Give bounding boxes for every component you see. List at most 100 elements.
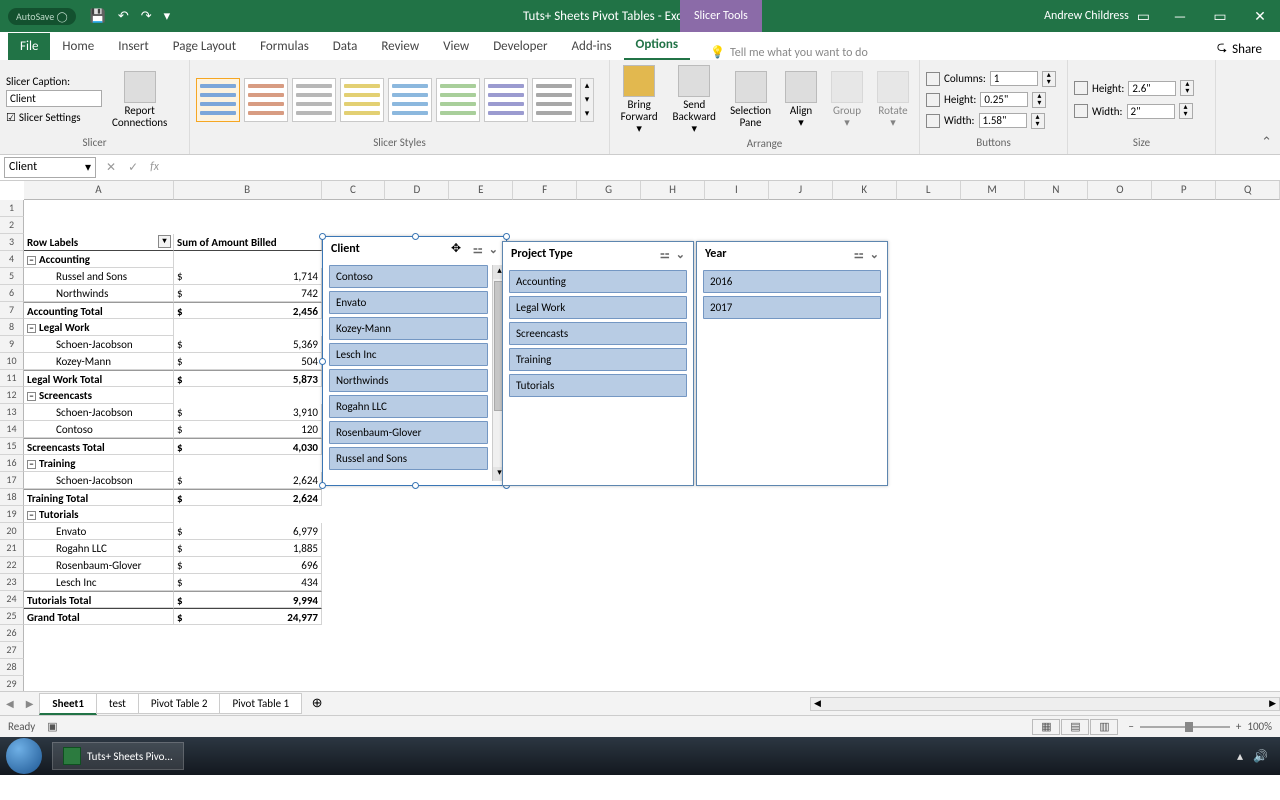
slicer-client[interactable]: Client ⚍⌄ ContosoEnvatoKozey-MannLesch I… [322,236,507,486]
slicer-item[interactable]: Tutorials [509,374,687,397]
cell[interactable]: $1,885 [174,540,322,557]
row-header[interactable]: 11 [0,370,24,387]
slicer-item[interactable]: 2017 [703,296,881,319]
slicer-item[interactable]: Rogahn LLC [329,395,488,418]
column-header[interactable]: I [705,181,769,200]
slicer-caption-input[interactable] [6,90,102,107]
selection-pane-button[interactable]: Selection Pane [726,69,775,131]
column-header[interactable]: Q [1216,181,1280,200]
view-page-break-button[interactable]: ▥ [1090,719,1118,735]
slicer-item[interactable]: Northwinds [329,369,488,392]
style-option[interactable] [340,78,384,122]
row-header[interactable]: 21 [0,540,24,557]
tab-page-layout[interactable]: Page Layout [161,33,248,60]
save-icon[interactable]: 💾 [90,9,106,24]
cell[interactable]: −Legal Work [24,319,174,336]
tab-options[interactable]: Options [624,31,690,60]
slicer-item[interactable]: Contoso [329,265,488,288]
row-header[interactable]: 14 [0,421,24,438]
row-header[interactable]: 26 [0,625,24,642]
row-header[interactable]: 5 [0,268,24,285]
cell[interactable]: $9,994 [174,591,322,608]
column-header[interactable]: J [769,181,833,200]
zoom-level[interactable]: 100% [1247,720,1272,733]
close-button[interactable]: ✕ [1240,8,1280,25]
cell[interactable]: Kozey-Mann [24,353,174,370]
slicer-item[interactable]: Rosenbaum-Glover [329,421,488,444]
slicer-item[interactable]: Lesch Inc [329,343,488,366]
size-height-input[interactable] [1128,81,1176,96]
row-header[interactable]: 6 [0,285,24,302]
column-header[interactable]: K [833,181,897,200]
collapse-icon[interactable]: − [27,256,36,265]
tab-home[interactable]: Home [50,33,106,60]
style-option[interactable] [532,78,576,122]
share-button[interactable]: ⮎Share [1217,38,1262,60]
btn-height-input[interactable] [980,92,1028,107]
cell[interactable]: Screencasts Total [24,438,174,455]
report-connections-button[interactable]: Report Connections [108,69,171,131]
spin-button[interactable]: ▴▾ [1179,103,1193,119]
ribbon-display-icon[interactable]: ▭ [1137,8,1150,25]
slicer-item[interactable]: Kozey-Mann [329,317,488,340]
sheet-tab-test[interactable]: test [96,693,139,714]
tab-data[interactable]: Data [321,33,370,60]
column-header[interactable]: L [897,181,961,200]
column-header[interactable]: E [449,181,513,200]
cell[interactable]: $742 [174,285,322,302]
row-header[interactable]: 24 [0,591,24,608]
formula-input[interactable] [169,161,1276,175]
slicer-item[interactable]: Legal Work [509,296,687,319]
spin-button[interactable]: ▴▾ [1180,80,1194,96]
collapse-icon[interactable]: − [27,460,36,469]
style-option[interactable] [196,78,240,122]
column-header[interactable]: M [961,181,1025,200]
cell[interactable]: Tutorials Total [24,591,174,608]
cell[interactable]: $696 [174,557,322,574]
row-header[interactable]: 16 [0,455,24,472]
cell[interactable]: $6,979 [174,523,322,540]
row-header[interactable]: 7 [0,302,24,319]
row-header[interactable]: 12 [0,387,24,404]
collapse-icon[interactable]: − [27,324,36,333]
view-normal-button[interactable]: ▦ [1032,719,1060,735]
tab-nav-prev[interactable]: ◀ [0,697,20,710]
cell[interactable]: Legal Work Total [24,370,174,387]
start-button[interactable] [6,738,42,774]
row-header[interactable]: 19 [0,506,24,523]
cell[interactable]: Rogahn LLC [24,540,174,557]
spin-button[interactable]: ▴▾ [1042,71,1056,87]
tab-nav-next[interactable]: ▶ [20,697,40,710]
cell[interactable]: $2,624 [174,472,322,489]
column-header[interactable]: N [1025,181,1089,200]
row-header[interactable]: 8 [0,319,24,336]
align-button[interactable]: Align ▾ [781,69,821,131]
collapse-icon[interactable]: − [27,392,36,401]
collapse-icon[interactable]: − [27,511,36,520]
multiselect-icon[interactable]: ⚍ [660,248,670,261]
multiselect-icon[interactable]: ⚍ [854,248,864,261]
cell[interactable]: Rosenbaum-Glover [24,557,174,574]
sheet-tab-sheet1[interactable]: Sheet1 [39,693,97,715]
row-header[interactable]: 28 [0,659,24,676]
collapse-ribbon-icon[interactable]: ⌃ [1261,135,1272,150]
slicer-settings-button[interactable]: ☑Slicer Settings [6,111,102,124]
spin-button[interactable]: ▴▾ [1031,113,1045,129]
column-header[interactable]: A [24,181,174,200]
cell[interactable]: Russel and Sons [24,268,174,285]
btn-width-input[interactable] [979,113,1027,128]
cell[interactable]: Schoen-Jacobson [24,404,174,421]
cell[interactable]: −Tutorials [24,506,174,523]
cell[interactable]: $2,456 [174,302,322,319]
style-option[interactable] [244,78,288,122]
cell[interactable]: $120 [174,421,322,438]
row-header[interactable]: 29 [0,676,24,691]
column-header[interactable]: P [1152,181,1216,200]
cell[interactable]: $24,977 [174,608,322,625]
name-box[interactable]: Client▾ [4,157,96,178]
clear-filter-icon[interactable]: ⌄ [870,248,879,261]
row-header[interactable]: 15 [0,438,24,455]
row-header[interactable]: 18 [0,489,24,506]
column-header[interactable]: G [577,181,641,200]
row-header[interactable]: 2 [0,217,24,234]
